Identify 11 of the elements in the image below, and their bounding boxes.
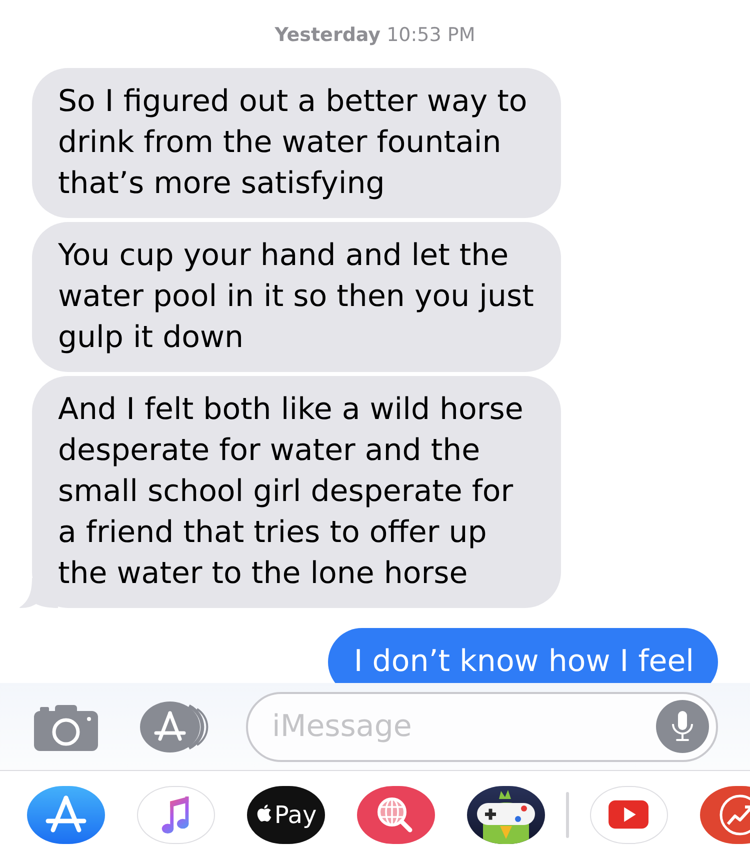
message-field[interactable]: iMessage: [246, 692, 718, 762]
message-bubble: And I felt both like a wild horse desperate for water and the small school girl desperate for a friend that tries to offer up the water to the lone horse: [32, 376, 561, 608]
message-bubble: I don’t know how I feel: [328, 628, 718, 683]
pay-button[interactable]: Pay: [247, 786, 325, 844]
camera-icon[interactable]: [34, 702, 98, 750]
app-store-icon[interactable]: [140, 700, 209, 752]
message-bubble: You cup your hand and let the water pool in it so then you just gulp it down: [32, 222, 561, 372]
message-bubble: So I figured out a better way to drink from the water fountain that’s more satisfying: [32, 68, 561, 218]
microphone-icon[interactable]: [656, 700, 709, 753]
apple-icon: [255, 803, 272, 823]
timestamp: Yesterday 10:53 PM: [274, 23, 476, 48]
